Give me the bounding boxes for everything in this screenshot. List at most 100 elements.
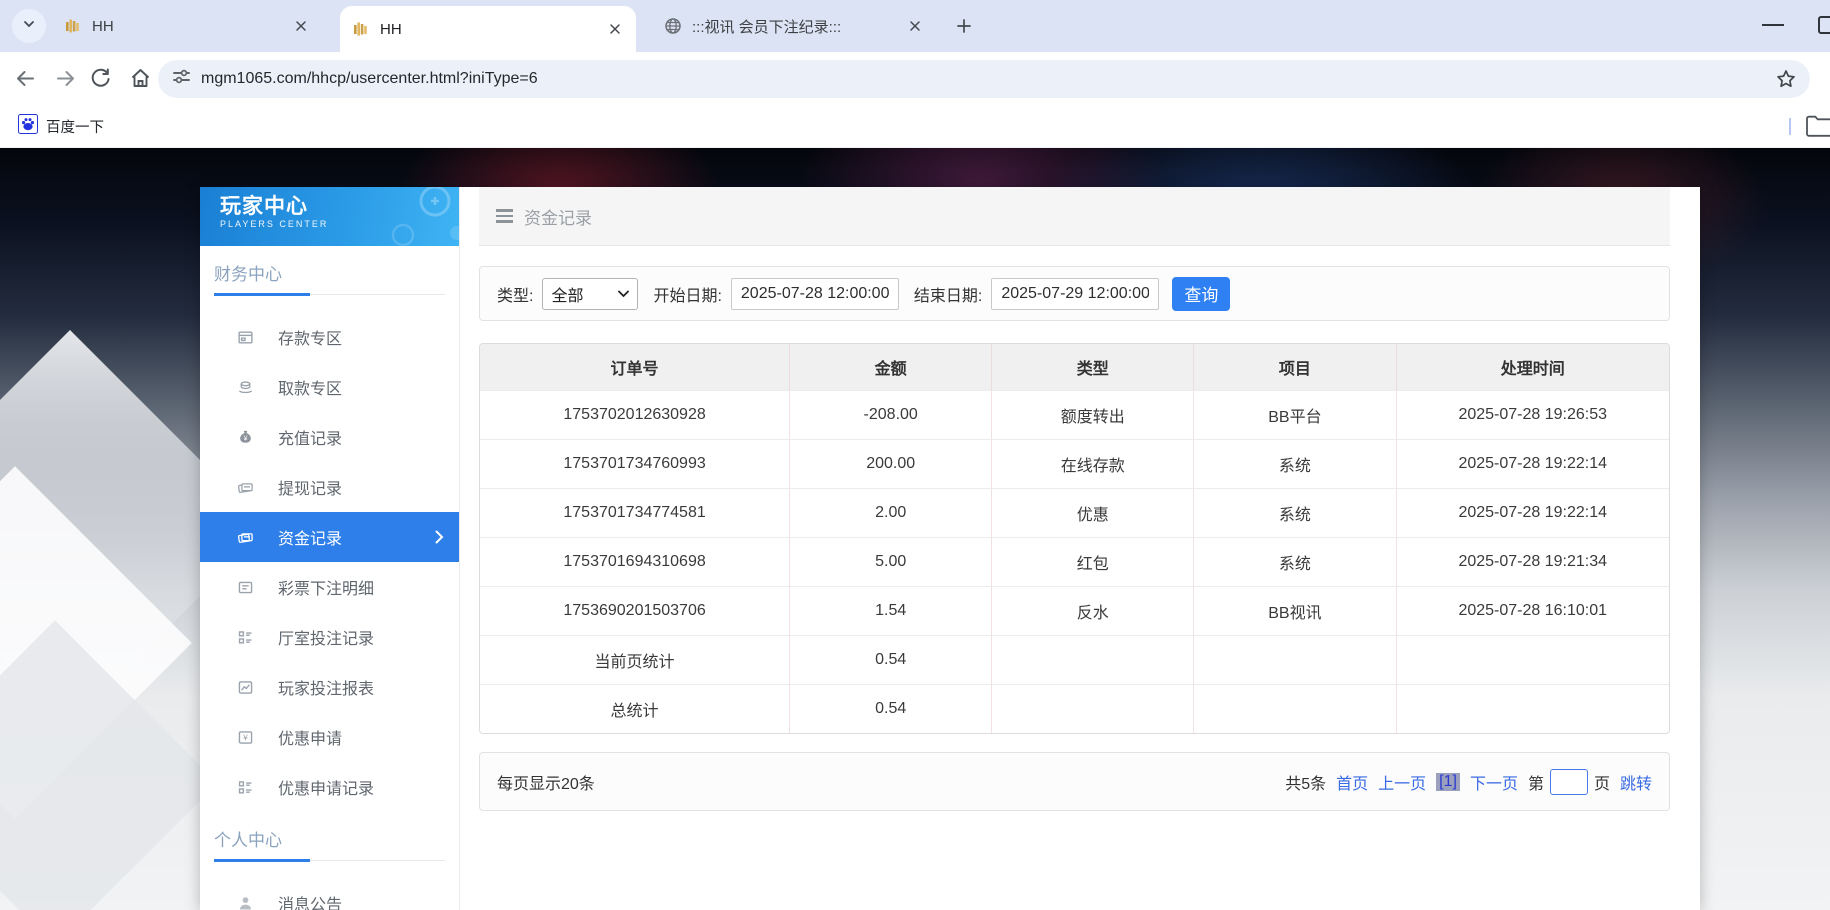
browser-toolbar: mgm1065.com/hhcp/usercenter.html?iniType… (0, 52, 1830, 105)
window-minimize-button[interactable] (1762, 24, 1784, 26)
sidebar-item-bet-report[interactable]: 玩家投注报表 (200, 662, 459, 712)
prev-page-link[interactable]: 上一页 (1378, 770, 1426, 794)
table-cell: 2025-07-28 19:22:14 (1396, 439, 1670, 488)
next-page-link[interactable]: 下一页 (1470, 770, 1518, 794)
table-row: 1753701694310698 5.00 红包 系统 2025-07-28 1… (480, 537, 1669, 586)
search-button[interactable]: 查询 (1172, 277, 1230, 311)
chevron-right-icon (435, 530, 444, 549)
tab-close-button[interactable] (606, 20, 624, 38)
end-date-input[interactable] (991, 278, 1159, 310)
sidebar-item-label: 提现记录 (278, 475, 342, 499)
sidebar-item-label: 优惠申请 (278, 725, 342, 749)
svg-text:¥: ¥ (244, 435, 248, 442)
sidebar-item-messages[interactable]: 消息公告 (200, 878, 459, 910)
page-title: 资金记录 (524, 204, 592, 229)
table-cell: 2025-07-28 19:22:14 (1396, 488, 1670, 537)
end-date-label: 结束日期: (914, 282, 982, 306)
sidebar-item-label: 资金记录 (278, 525, 342, 549)
table-cell: 200.00 (789, 439, 991, 488)
page-jump-input[interactable] (1550, 769, 1588, 795)
table-cell: 系统 (1193, 537, 1395, 586)
table-cell: 5.00 (789, 537, 991, 586)
table-cell-empty (991, 684, 1193, 733)
jump-link[interactable]: 跳转 (1620, 770, 1652, 794)
hh-gold-favicon (352, 20, 370, 38)
forward-button[interactable] (54, 67, 77, 90)
page-viewport: 玩家中心 PLAYERS CENTER 财务中心 (0, 148, 1830, 910)
first-page-link[interactable]: 首页 (1336, 770, 1368, 794)
site-info-icon[interactable] (172, 67, 191, 91)
person-icon (237, 895, 254, 910)
other-bookmarks-folder-icon[interactable] (1805, 114, 1830, 138)
bookmark-baidu[interactable]: 百度一下 (12, 112, 110, 140)
home-button[interactable] (129, 67, 152, 90)
sidebar-item-label: 充值记录 (278, 425, 342, 449)
table-cell: 1753702012630928 (480, 390, 789, 439)
sidebar-item-withdraw[interactable]: 取款专区 (200, 362, 459, 412)
table-cell: 1753701734760993 (480, 439, 789, 488)
summary-value: 0.54 (789, 635, 991, 684)
chart-report-icon (237, 679, 254, 696)
current-page-indicator: [1] (1436, 773, 1460, 791)
promo-ticket-icon: ¥ (237, 729, 254, 746)
chevron-down-icon (22, 17, 36, 36)
sidebar-item-funds-records[interactable]: 资金记录 (200, 512, 459, 562)
tab-title: HH (92, 18, 284, 35)
type-select-value: 全部 (551, 282, 583, 306)
tab-shixun[interactable]: :::视讯 会员下注纪录::: (652, 6, 936, 46)
tab-title: :::视讯 会员下注纪录::: (692, 16, 898, 37)
sidebar-item-label: 厅室投注记录 (278, 625, 374, 649)
summary-label: 总统计 (480, 684, 789, 733)
new-tab-button[interactable] (950, 12, 978, 40)
sidebar-item-recharge-records[interactable]: ¥ 充值记录 (200, 412, 459, 462)
table-cell: 2025-07-28 19:21:34 (1396, 537, 1670, 586)
sidebar-item-label: 玩家投注报表 (278, 675, 374, 699)
table-cell: 系统 (1193, 439, 1395, 488)
table-row: 1753690201503706 1.54 反水 BB视讯 2025-07-28… (480, 586, 1669, 635)
table-cell: 额度转出 (991, 390, 1193, 439)
sidebar-item-promo-apply[interactable]: ¥ 优惠申请 (200, 712, 459, 762)
tab-search-button[interactable] (12, 9, 46, 43)
globe-icon (664, 17, 682, 35)
tab-close-button[interactable] (292, 17, 310, 35)
back-button[interactable] (14, 67, 37, 90)
bookmark-star-icon[interactable] (1775, 68, 1797, 90)
sidebar-item-withdraw-records[interactable]: 提现记录 (200, 462, 459, 512)
url-bar[interactable]: mgm1065.com/hhcp/usercenter.html?iniType… (158, 60, 1810, 98)
filter-bar: 类型: 全部 开始日期: 结束日期: 查询 (479, 266, 1670, 321)
tab-hh-2-active[interactable]: HH (340, 6, 636, 52)
sidebar-item-lottery-bets[interactable]: 彩票下注明细 (200, 562, 459, 612)
bookmarks-separator (1789, 118, 1791, 135)
baidu-icon (18, 114, 38, 139)
window-maximize-button[interactable] (1818, 16, 1830, 34)
start-date-input[interactable] (731, 278, 899, 310)
column-header: 类型 (991, 344, 1193, 390)
tab-title: HH (380, 21, 598, 38)
table-cell-empty (1396, 635, 1670, 684)
grid-list-icon (237, 779, 254, 796)
tab-hh-1[interactable]: HH (52, 6, 322, 46)
column-header: 金额 (789, 344, 991, 390)
type-label: 类型: (497, 282, 533, 306)
table-cell-empty (991, 635, 1193, 684)
menu-toggle-icon[interactable] (496, 206, 513, 226)
table-header-row: 订单号 金额 类型 项目 处理时间 (480, 344, 1669, 390)
bookmark-label: 百度一下 (46, 116, 104, 137)
reload-button[interactable] (89, 67, 112, 90)
table-cell: 1753701734774581 (480, 488, 789, 537)
table-row: 1753702012630928 -208.00 额度转出 BB平台 2025-… (480, 390, 1669, 439)
sidebar-menu: 存款专区 取款专区 ¥ 充值记录 (200, 312, 459, 812)
column-header: 处理时间 (1396, 344, 1670, 390)
start-date-label: 开始日期: (653, 282, 721, 306)
type-select[interactable]: 全部 (542, 278, 638, 310)
tab-close-button[interactable] (906, 17, 924, 35)
summary-value: 0.54 (789, 684, 991, 733)
table-cell: 1753701694310698 (480, 537, 789, 586)
sidebar-item-hall-bets[interactable]: 厅室投注记录 (200, 612, 459, 662)
sidebar-item-deposit[interactable]: 存款专区 (200, 312, 459, 362)
table-cell: BB平台 (1193, 390, 1395, 439)
table-cell: 1.54 (789, 586, 991, 635)
sidebar-item-label: 优惠申请记录 (278, 775, 374, 799)
sidebar-item-promo-records[interactable]: 优惠申请记录 (200, 762, 459, 812)
section-label-finance: 财务中心 (214, 260, 459, 285)
